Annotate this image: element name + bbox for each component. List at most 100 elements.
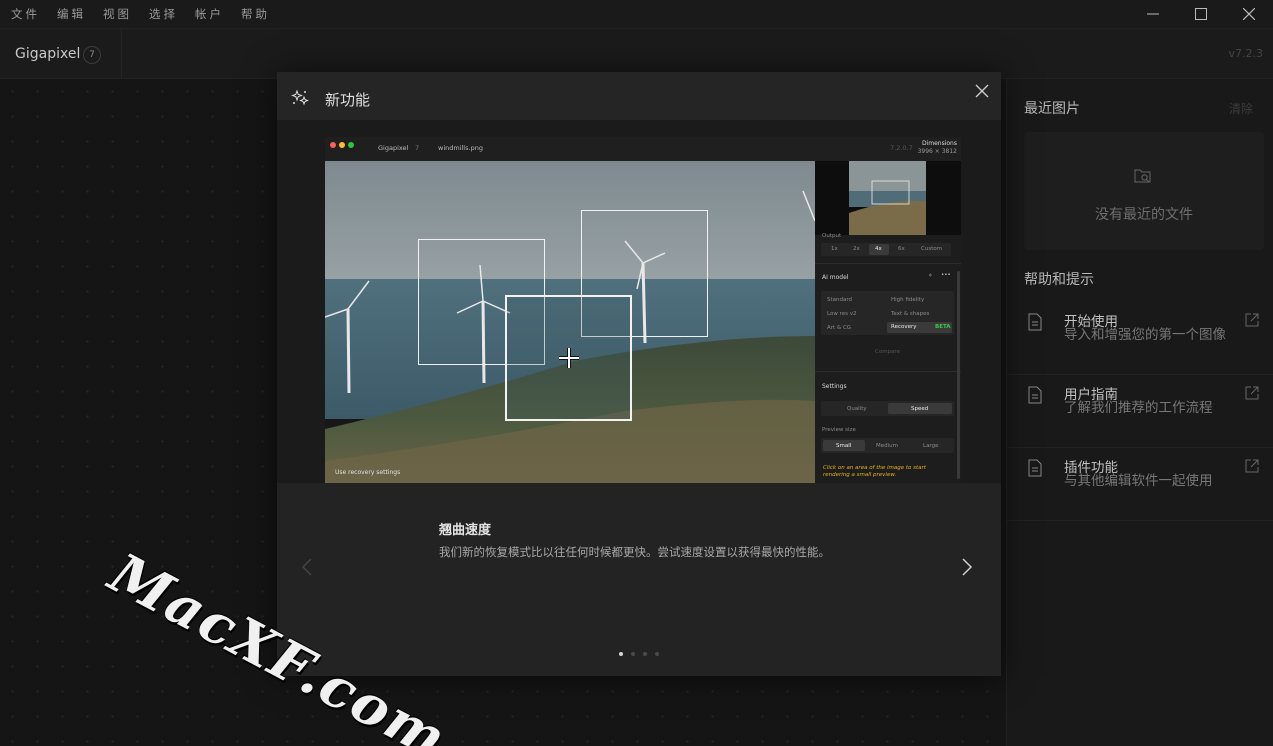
preview-screenshot: Gigapixel 7 windmills.png 7.2.0.7 Dimens… [325, 137, 961, 483]
clear-button[interactable]: 清除 [1229, 100, 1253, 117]
modal-title: 新功能 [325, 91, 371, 109]
dimensions-label: Dimensions [921, 140, 957, 147]
external-link-icon [1245, 386, 1259, 400]
menu-view[interactable]: 视图 [103, 6, 132, 22]
preview-size-label: Preview size [822, 427, 856, 433]
model-high-fidelity[interactable]: High fidelity [891, 297, 924, 303]
chevron-right-icon[interactable] [961, 558, 973, 576]
recent-files-box: 没有最近的文件 [1024, 132, 1264, 250]
divider [815, 371, 961, 372]
feature-preview: Gigapixel 7 windmills.png 7.2.0.7 Dimens… [277, 120, 1001, 483]
minimize-button[interactable] [1129, 0, 1177, 28]
model-art-cg[interactable]: Art & CG [827, 325, 851, 331]
help-item-desc: 与其他编辑软件一起使用 [1064, 473, 1213, 489]
settings-speed[interactable]: Speed [911, 406, 928, 412]
preview-dimensions: Dimensions 3996 × 3812 [918, 140, 957, 156]
compare-button[interactable]: Compare [875, 349, 900, 355]
help-item-user-guide[interactable]: 用户指南 了解我们推荐的工作流程 [1007, 376, 1273, 448]
size-large[interactable]: Large [923, 443, 938, 449]
app-window: 文件 编辑 视图 选择 帐户 帮助 Gigapixel 7 v7.2.3 最近图… [0, 0, 1273, 746]
preview-side-panel: Output 1x 2x 4x 6x Custom AI model ✧ •••… [815, 161, 961, 483]
menu-list: 文件 编辑 视图 选择 帐户 帮助 [0, 6, 287, 22]
preview-instruction-note: Click on an area of the image to start r… [823, 465, 926, 478]
chevron-left-icon[interactable] [301, 558, 313, 576]
beta-badge: BETA [935, 324, 951, 330]
size-medium[interactable]: Medium [876, 443, 898, 449]
menu-edit[interactable]: 编辑 [57, 6, 86, 22]
help-item-desc: 了解我们推荐的工作流程 [1064, 400, 1213, 416]
size-small[interactable]: Small [836, 443, 851, 449]
window-controls [1129, 0, 1273, 28]
modal-header: 新功能 [277, 72, 1001, 120]
minimize-icon [1147, 13, 1159, 15]
right-panel: 最近图片 清除 没有最近的文件 帮助和提示 开始使用 导入和增强您的第一个图像 … [1006, 79, 1273, 746]
menu-help[interactable]: 帮助 [241, 6, 270, 22]
ai-model-label: AI model [822, 274, 849, 281]
model-text-shapes[interactable]: Text & shapes [891, 311, 929, 317]
pager-dot[interactable] [619, 652, 623, 656]
whats-new-modal: 新功能 Gigapixel 7 windmills.png 7.2.0.7 Di… [277, 72, 1001, 676]
navigator-thumbnail [815, 161, 961, 235]
thumbnail-image [849, 161, 926, 235]
app-version-badge: 7 [83, 46, 101, 64]
settings-label: Settings [822, 383, 847, 390]
close-icon[interactable] [975, 84, 989, 98]
slide-pager [619, 652, 667, 656]
model-low-res[interactable]: Low res v2 [827, 311, 856, 317]
help-item-desc: 导入和增强您的第一个图像 [1064, 327, 1226, 343]
zoom-dot [348, 142, 354, 148]
app-name: Gigapixel [15, 46, 81, 62]
close-window-button[interactable] [1225, 0, 1273, 28]
menu-account[interactable]: 帐户 [195, 6, 224, 22]
preview-photo: Use recovery settings [325, 161, 815, 483]
help-item-get-started[interactable]: 开始使用 导入和增强您的第一个图像 [1007, 303, 1273, 375]
help-item-plugins[interactable]: 插件功能 与其他编辑软件一起使用 [1007, 449, 1273, 521]
slide-title: 翘曲速度 [439, 523, 492, 538]
preview-app-name: Gigapixel [378, 144, 409, 152]
close-icon [1243, 8, 1255, 20]
model-standard[interactable]: Standard [827, 297, 852, 303]
recovery-settings-label: Use recovery settings [335, 469, 401, 476]
scale-2x[interactable]: 2x [853, 246, 860, 252]
document-icon [1028, 313, 1042, 331]
preview-version: 7.2.0.7 [890, 144, 913, 152]
external-link-icon [1245, 313, 1259, 327]
recent-images-title: 最近图片 [1024, 101, 1080, 117]
preview-title-bar: Gigapixel 7 windmills.png 7.2.0.7 Dimens… [325, 137, 961, 161]
scale-6x[interactable]: 6x [898, 246, 905, 252]
menu-bar: 文件 编辑 视图 选择 帐户 帮助 [0, 0, 1273, 28]
menu-file[interactable]: 文件 [11, 6, 40, 22]
scale-4x[interactable]: 4x [875, 246, 882, 252]
sparkle-icon[interactable]: ✧ [928, 273, 933, 279]
model-recovery[interactable]: Recovery [891, 324, 917, 330]
scale-custom[interactable]: Custom [921, 246, 942, 252]
output-label: Output [822, 233, 842, 239]
minimize-dot [339, 142, 345, 148]
document-icon [1028, 459, 1042, 477]
version-label: v7.2.3 [1228, 47, 1264, 60]
preview-file-name: windmills.png [438, 144, 483, 152]
crosshair-cursor-icon [559, 348, 579, 368]
slide-description: 我们新的恢复模式比以往任何时候都更快。尝试速度设置以获得最快的性能。 [439, 545, 830, 559]
scale-1x[interactable]: 1x [831, 246, 838, 252]
document-icon [1028, 386, 1042, 404]
close-dot [330, 142, 336, 148]
maximize-button[interactable] [1177, 0, 1225, 28]
pager-dot[interactable] [655, 652, 659, 656]
folder-search-icon [1134, 169, 1151, 183]
sparkle-icon [291, 89, 309, 106]
maximize-icon [1195, 8, 1207, 20]
settings-quality[interactable]: Quality [847, 406, 867, 412]
pager-dot[interactable] [631, 652, 635, 656]
more-icon[interactable]: ••• [941, 272, 951, 278]
preview-app-badge: 7 [415, 144, 420, 152]
help-title: 帮助和提示 [1024, 272, 1094, 288]
divider [815, 263, 961, 264]
divider [121, 29, 122, 78]
pager-dot[interactable] [643, 652, 647, 656]
dimensions-value: 3996 × 3812 [917, 148, 957, 155]
menu-select[interactable]: 选择 [149, 6, 178, 22]
scrollbar[interactable] [957, 271, 960, 479]
recent-empty-text: 没有最近的文件 [1095, 207, 1193, 223]
external-link-icon [1245, 459, 1259, 473]
